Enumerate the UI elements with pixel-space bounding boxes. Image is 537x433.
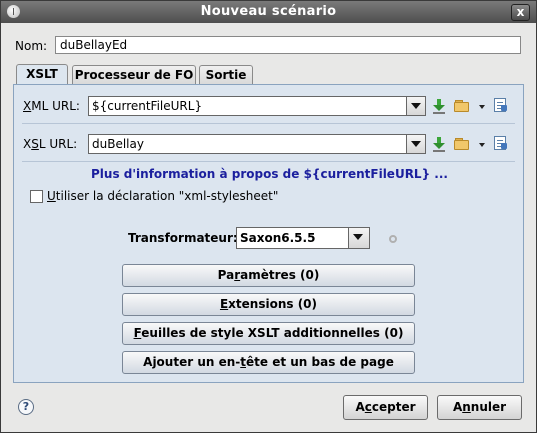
title-bar: Nouveau scénario x <box>1 1 536 23</box>
xml-url-label-text: ML URL: <box>31 99 80 113</box>
xml-stylesheet-checkbox[interactable] <box>30 190 43 203</box>
dropdown-arrow-icon[interactable] <box>479 143 485 147</box>
folder-icon[interactable] <box>454 98 470 114</box>
extensions-button-label-post: xtensions (0) <box>228 297 318 311</box>
header-footer-button[interactable]: Ajouter un en-tête et un bas de page <box>122 351 415 374</box>
folder-icon[interactable] <box>454 136 470 152</box>
accept-button-label-pre: A <box>355 400 365 414</box>
close-button[interactable]: x <box>511 4 530 21</box>
additional-xslt-button[interactable]: Feuilles de style XSLT additionnelles (0… <box>122 322 415 345</box>
edit-document-icon[interactable] <box>494 136 507 150</box>
xml-url-combo[interactable]: ${currentFileURL} <box>88 96 426 116</box>
xml-stylesheet-mnemonic: U <box>47 189 56 203</box>
tab-xslt[interactable]: XSLT <box>16 64 68 85</box>
chevron-down-icon[interactable] <box>406 97 425 115</box>
name-field[interactable]: duBellayEd <box>55 36 521 54</box>
accept-button-label-post: cepter <box>371 400 416 414</box>
xsl-url-label-prefix: X <box>23 137 32 151</box>
cancel-button-label-post: nuler <box>470 400 507 414</box>
parameters-button-label-pre: Pa <box>217 268 235 282</box>
divider <box>22 161 515 162</box>
accept-button[interactable]: Accepter <box>343 395 428 420</box>
transformer-value: Saxon6.5.5 <box>240 231 316 245</box>
accept-button-mnemonic: c <box>364 400 372 414</box>
download-icon[interactable] <box>431 136 447 152</box>
transformer-select[interactable]: Saxon6.5.5 <box>236 227 370 249</box>
parameters-button[interactable]: Paramètres (0) <box>122 264 415 287</box>
xml-stylesheet-label-text: tiliser la déclaration "xml-stylesheet" <box>55 189 279 203</box>
parameters-button-label-post: amètres (0) <box>240 268 320 282</box>
edit-document-icon[interactable] <box>494 98 507 112</box>
xslt-panel: XML URL: ${currentFileURL} XSL URL: duBe… <box>13 84 524 383</box>
cancel-button[interactable]: Annuler <box>437 395 522 420</box>
xml-url-mnemonic: X <box>23 99 32 113</box>
help-icon[interactable]: ? <box>18 399 34 415</box>
download-icon[interactable] <box>431 98 447 114</box>
divider <box>22 123 515 124</box>
cancel-button-mnemonic: n <box>462 400 471 414</box>
extensions-button[interactable]: Extensions (0) <box>122 293 415 316</box>
xml-url-label: XML URL: <box>23 99 80 113</box>
header-footer-button-label-post: ête et un bas de page <box>246 355 394 369</box>
xml-url-value: ${currentFileURL} <box>92 99 203 113</box>
new-scenario-dialog: Nouveau scénario x Nom: duBellayEd XSLT … <box>0 0 537 433</box>
cancel-button-label-pre: A <box>452 400 463 414</box>
xsl-url-combo[interactable]: duBellay <box>88 134 426 154</box>
more-info-link[interactable]: Plus d'information à propos de ${current… <box>14 167 525 181</box>
tab-output[interactable]: Sortie <box>199 65 253 84</box>
dropdown-arrow-icon[interactable] <box>479 105 485 109</box>
xml-stylesheet-label: Utiliser la déclaration "xml-stylesheet" <box>47 189 278 203</box>
extensions-button-mnemonic: E <box>219 297 229 311</box>
xsl-url-value: duBellay <box>92 137 144 151</box>
xsl-url-label-text: L URL: <box>38 137 78 151</box>
header-footer-button-label-pre: Ajouter un en- <box>143 355 241 369</box>
xsl-url-mnemonic: S <box>31 137 39 151</box>
xsl-url-label: XSL URL: <box>23 137 77 151</box>
name-label: Nom: <box>15 39 48 53</box>
settings-gear-icon <box>385 231 401 247</box>
transformer-label: Transformateur: <box>128 231 238 245</box>
chevron-down-icon[interactable] <box>406 135 425 153</box>
tab-fo-processor[interactable]: Processeur de FO <box>72 65 196 84</box>
dialog-title: Nouveau scénario <box>200 4 337 19</box>
chevron-down-icon[interactable] <box>348 228 369 248</box>
additional-xslt-button-label-post: euilles de style XSLT additionnelles (0) <box>141 326 404 340</box>
